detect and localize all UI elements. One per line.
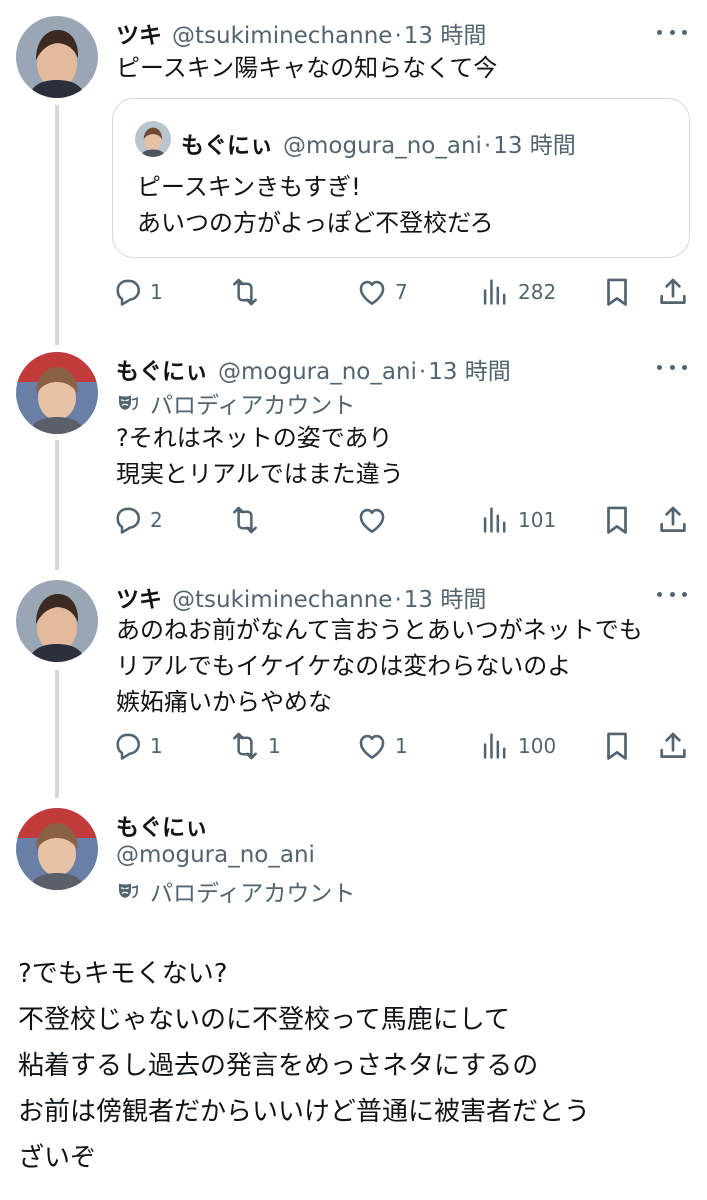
avatar[interactable]	[16, 808, 98, 890]
quoted-text: ピースキンきもすぎ! あいつの方がよっぽど不登校だろ	[137, 173, 494, 237]
share-icon	[656, 503, 690, 537]
thread-line	[55, 105, 59, 345]
views-icon	[478, 729, 512, 763]
quoted-avatar	[135, 121, 171, 157]
tweet-text: ?でもキモくない? 不登校じゃないのに不登校って馬鹿にして 粘着するし過去の発言…	[18, 959, 591, 1173]
share-icon	[656, 729, 690, 763]
timestamp[interactable]: 13 時間	[404, 580, 487, 614]
repost-icon	[228, 503, 262, 537]
quoted-timestamp: 13 時間	[493, 133, 576, 159]
user-handle[interactable]: @mogura_no_ani	[218, 359, 417, 385]
separator-dot: ·	[394, 587, 402, 613]
more-icon[interactable]	[657, 365, 687, 373]
bookmark-icon	[600, 275, 634, 309]
display-name[interactable]: もぐにぃ	[116, 808, 208, 842]
like-count: 7	[395, 280, 408, 304]
action-bar: 2 101	[110, 503, 690, 537]
views-button[interactable]: 282	[478, 275, 556, 309]
display-name[interactable]: ツキ	[116, 580, 162, 614]
share-icon	[656, 275, 690, 309]
repost-count: 1	[268, 734, 281, 758]
like-icon	[355, 503, 389, 537]
reply-button[interactable]: 1	[110, 729, 163, 763]
thread-line	[55, 440, 59, 570]
display-name[interactable]: もぐにぃ	[116, 352, 208, 386]
tweet-header: ツキ @tsukiminechanne · 13 時間	[116, 580, 486, 614]
parody-label-text: パロディアカウント	[150, 393, 356, 419]
more-icon[interactable]	[657, 30, 687, 38]
user-handle[interactable]: @mogura_no_ani	[116, 842, 315, 868]
share-button[interactable]	[656, 503, 690, 537]
display-name[interactable]: ツキ	[116, 16, 162, 50]
like-icon	[355, 729, 389, 763]
thread-line	[55, 670, 59, 798]
reply-icon	[110, 275, 144, 309]
tweet-header: もぐにぃ @mogura_no_ani · 13 時間	[116, 352, 511, 386]
more-icon[interactable]	[657, 592, 687, 600]
like-icon	[355, 275, 389, 309]
view-count: 282	[518, 280, 557, 304]
parody-account-label: パロディアカウント	[116, 874, 355, 908]
timestamp[interactable]: 13 時間	[404, 16, 487, 50]
reply-button[interactable]: 2	[110, 503, 163, 537]
share-button[interactable]	[656, 729, 690, 763]
quoted-user-handle: @mogura_no_ani	[283, 133, 482, 159]
separator-dot: ·	[394, 23, 402, 49]
tweet-text: ピースキン陽キャなの知らなくて今	[116, 54, 498, 82]
parody-mask-icon	[116, 391, 140, 415]
repost-button[interactable]: 1	[228, 729, 281, 763]
views-icon	[478, 275, 512, 309]
quoted-tweet[interactable]: もぐにぃ @mogura_no_ani · 13 時間 ピースキンきもすぎ! あ…	[112, 98, 690, 258]
reply-icon	[110, 729, 144, 763]
view-count: 100	[518, 734, 557, 758]
bookmark-button[interactable]	[600, 275, 634, 309]
repost-button[interactable]	[228, 275, 268, 309]
user-handle[interactable]: @tsukiminechanne	[172, 587, 392, 613]
reply-button[interactable]: 1	[110, 275, 163, 309]
avatar[interactable]	[16, 580, 98, 662]
bookmark-button[interactable]	[600, 503, 634, 537]
tweet-text: あのねお前がなんて言おうとあいつがネットでも リアルでもイケイケなのは変わらない…	[116, 616, 643, 716]
separator-dot: ·	[418, 359, 427, 385]
tweet-text: ?それはネットの姿であり 現実とリアルではまた違う	[116, 424, 404, 488]
reply-icon	[110, 503, 144, 537]
like-button[interactable]: 7	[355, 275, 408, 309]
avatar[interactable]	[16, 16, 98, 98]
quoted-display-name: もぐにぃ	[181, 133, 273, 159]
bookmark-button[interactable]	[600, 729, 634, 763]
repost-icon	[228, 729, 262, 763]
parody-mask-icon	[116, 879, 140, 903]
user-handle[interactable]: @tsukiminechanne	[172, 23, 392, 49]
view-count: 101	[518, 508, 557, 532]
views-button[interactable]: 101	[478, 503, 556, 537]
bookmark-icon	[600, 729, 634, 763]
parody-label-text: パロディアカウント	[150, 881, 356, 907]
like-count: 1	[395, 734, 408, 758]
repost-icon	[228, 275, 262, 309]
views-icon	[478, 503, 512, 537]
like-button[interactable]	[355, 503, 395, 537]
action-bar: 1 7 282	[110, 275, 690, 309]
like-button[interactable]: 1	[355, 729, 408, 763]
avatar[interactable]	[16, 352, 98, 434]
repost-button[interactable]	[228, 503, 268, 537]
separator-dot: ·	[483, 133, 492, 159]
reply-count: 1	[150, 280, 163, 304]
tweet-header: ツキ @tsukiminechanne · 13 時間	[116, 16, 486, 50]
parody-account-label: パロディアカウント	[116, 386, 355, 420]
reply-count: 2	[150, 508, 163, 532]
action-bar: 1 1 1 100	[110, 729, 690, 763]
bookmark-icon	[600, 503, 634, 537]
share-button[interactable]	[656, 275, 690, 309]
views-button[interactable]: 100	[478, 729, 556, 763]
timestamp[interactable]: 13 時間	[428, 352, 511, 386]
quoted-header: もぐにぃ @mogura_no_ani · 13 時間	[181, 126, 576, 160]
reply-count: 1	[150, 734, 163, 758]
